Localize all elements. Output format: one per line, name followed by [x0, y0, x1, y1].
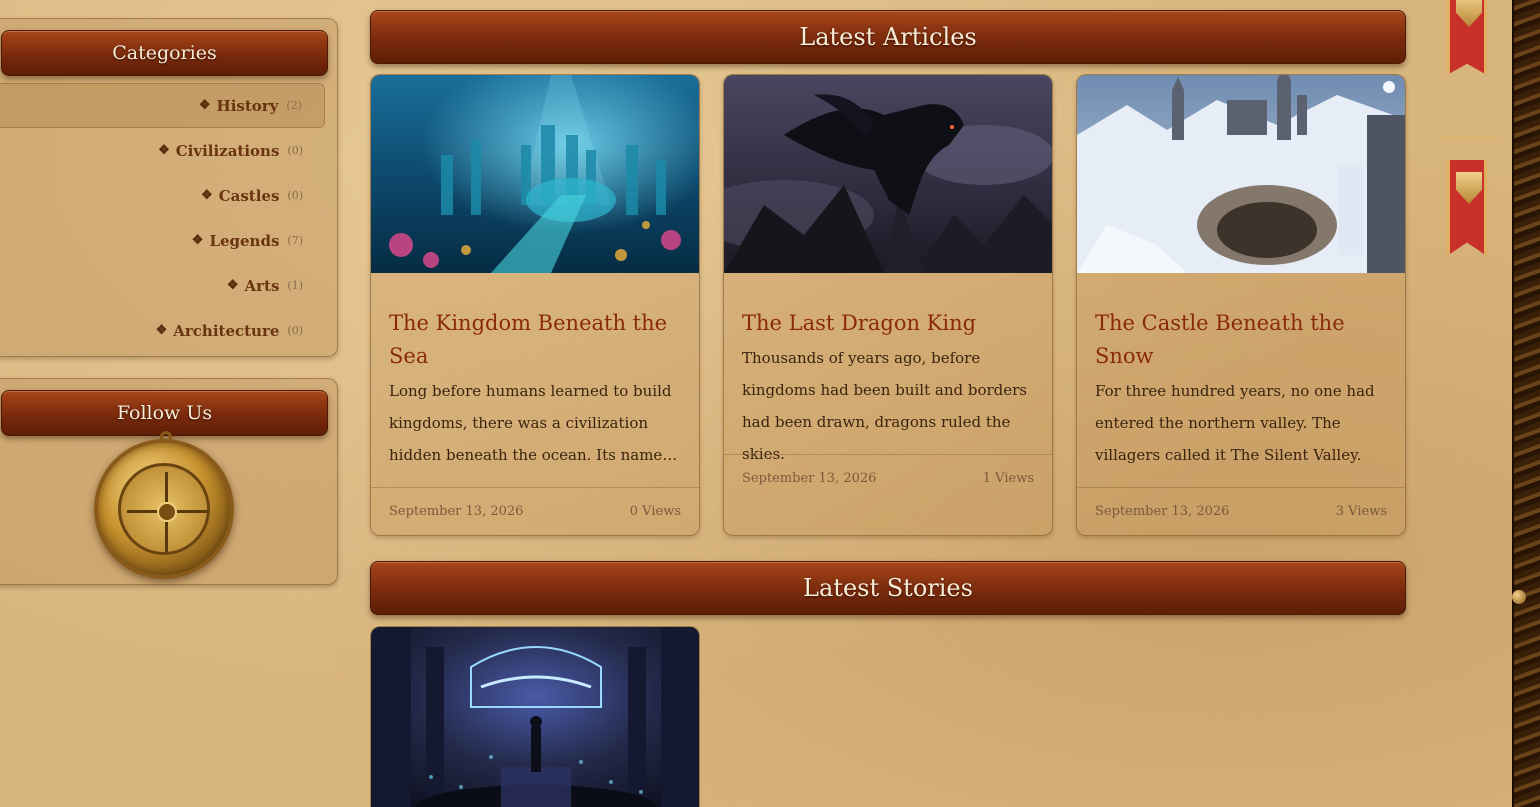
category-item-architecture[interactable]: ❖ Architecture (0) [0, 308, 339, 353]
category-item-legends[interactable]: ❖ Legends (7) [0, 218, 339, 263]
category-label: Legends [209, 231, 280, 250]
category-label: Civilizations [175, 141, 280, 160]
category-count: (1) [287, 279, 303, 292]
article-views: 3 Views [1335, 504, 1387, 519]
diamond-icon: ❖ [198, 98, 211, 113]
article-card-body: The Castle Beneath the Snow For three hu… [1095, 307, 1387, 471]
shield-icon [1456, 172, 1482, 204]
story-card[interactable] [370, 626, 700, 807]
diamond-icon: ❖ [226, 278, 239, 293]
article-card[interactable]: The Castle Beneath the Snow For three hu… [1076, 74, 1406, 536]
shield-icon [1456, 0, 1482, 27]
category-item-castles[interactable]: ❖ Castles (0) [0, 173, 339, 218]
category-label: Architecture [173, 321, 280, 340]
medallion-hub [157, 502, 177, 522]
page-edge-border [1512, 0, 1540, 807]
article-excerpt: Long before humans learned to build king… [389, 382, 672, 464]
category-count: (7) [287, 234, 303, 247]
latest-stories-title: Latest Stories [370, 561, 1406, 615]
category-label: Arts [244, 276, 280, 295]
article-date: September 13, 2026 [1095, 504, 1230, 519]
flag-rod [1440, 135, 1500, 139]
article-date: September 13, 2026 [389, 504, 524, 519]
banner-flag-icon [1447, 160, 1487, 256]
banner-flag-icon [1447, 0, 1487, 75]
article-title[interactable]: The Castle Beneath the Snow [1095, 307, 1387, 373]
article-image-snow-castle[interactable] [1077, 75, 1405, 273]
category-count: (2) [286, 99, 302, 112]
follow-us-panel: Follow Us [0, 378, 338, 585]
article-views: 0 Views [629, 504, 681, 519]
category-item-history[interactable]: ❖ History (2) [0, 83, 325, 128]
article-card-body: The Last Dragon King Thousands of years … [742, 307, 1034, 470]
latest-articles-title: Latest Articles [370, 10, 1406, 64]
category-count: (0) [287, 189, 303, 202]
categories-panel: Categories ❖ History (2) ❖ Civilizations… [0, 18, 338, 357]
category-count: (0) [287, 144, 303, 157]
article-date: September 13, 2026 [742, 471, 877, 486]
article-meta: September 13, 2026 0 Views [371, 487, 699, 535]
compass-medallion-icon[interactable] [94, 431, 234, 579]
article-title[interactable]: The Kingdom Beneath the Sea [389, 307, 681, 373]
diamond-icon: ❖ [201, 188, 213, 203]
article-card[interactable]: The Last Dragon King Thousands of years … [723, 74, 1053, 536]
follow-us-title: Follow Us [1, 390, 328, 436]
article-title[interactable]: The Last Dragon King [742, 307, 1034, 340]
category-label: Castles [218, 186, 280, 205]
article-views: 1 Views [982, 471, 1034, 486]
category-count: (0) [287, 324, 303, 337]
category-list: ❖ History (2) ❖ Civilizations (0) ❖ Cast… [0, 83, 339, 353]
medallion-ring [118, 463, 210, 555]
diamond-icon: ❖ [158, 143, 170, 158]
scroll-knob[interactable] [1512, 590, 1526, 604]
categories-title: Categories [1, 30, 328, 76]
article-excerpt: Thousands of years ago, before kingdoms … [742, 349, 1028, 463]
article-image-dragon[interactable] [724, 75, 1052, 273]
medallion-loop [160, 431, 172, 443]
article-card[interactable]: The Kingdom Beneath the Sea Long before … [370, 74, 700, 536]
category-item-arts[interactable]: ❖ Arts (1) [0, 263, 339, 308]
category-item-civilizations[interactable]: ❖ Civilizations (0) [0, 128, 339, 173]
article-image-underwater-city[interactable] [371, 75, 699, 273]
article-card-body: The Kingdom Beneath the Sea Long before … [389, 307, 681, 471]
diamond-icon: ❖ [155, 323, 168, 338]
category-label: History [216, 96, 279, 115]
story-image-hall[interactable] [371, 627, 700, 807]
article-meta: September 13, 2026 1 Views [724, 454, 1052, 502]
article-meta: September 13, 2026 3 Views [1077, 487, 1405, 535]
article-excerpt: For three hundred years, no one had ente… [1095, 382, 1375, 464]
diamond-icon: ❖ [191, 233, 204, 248]
